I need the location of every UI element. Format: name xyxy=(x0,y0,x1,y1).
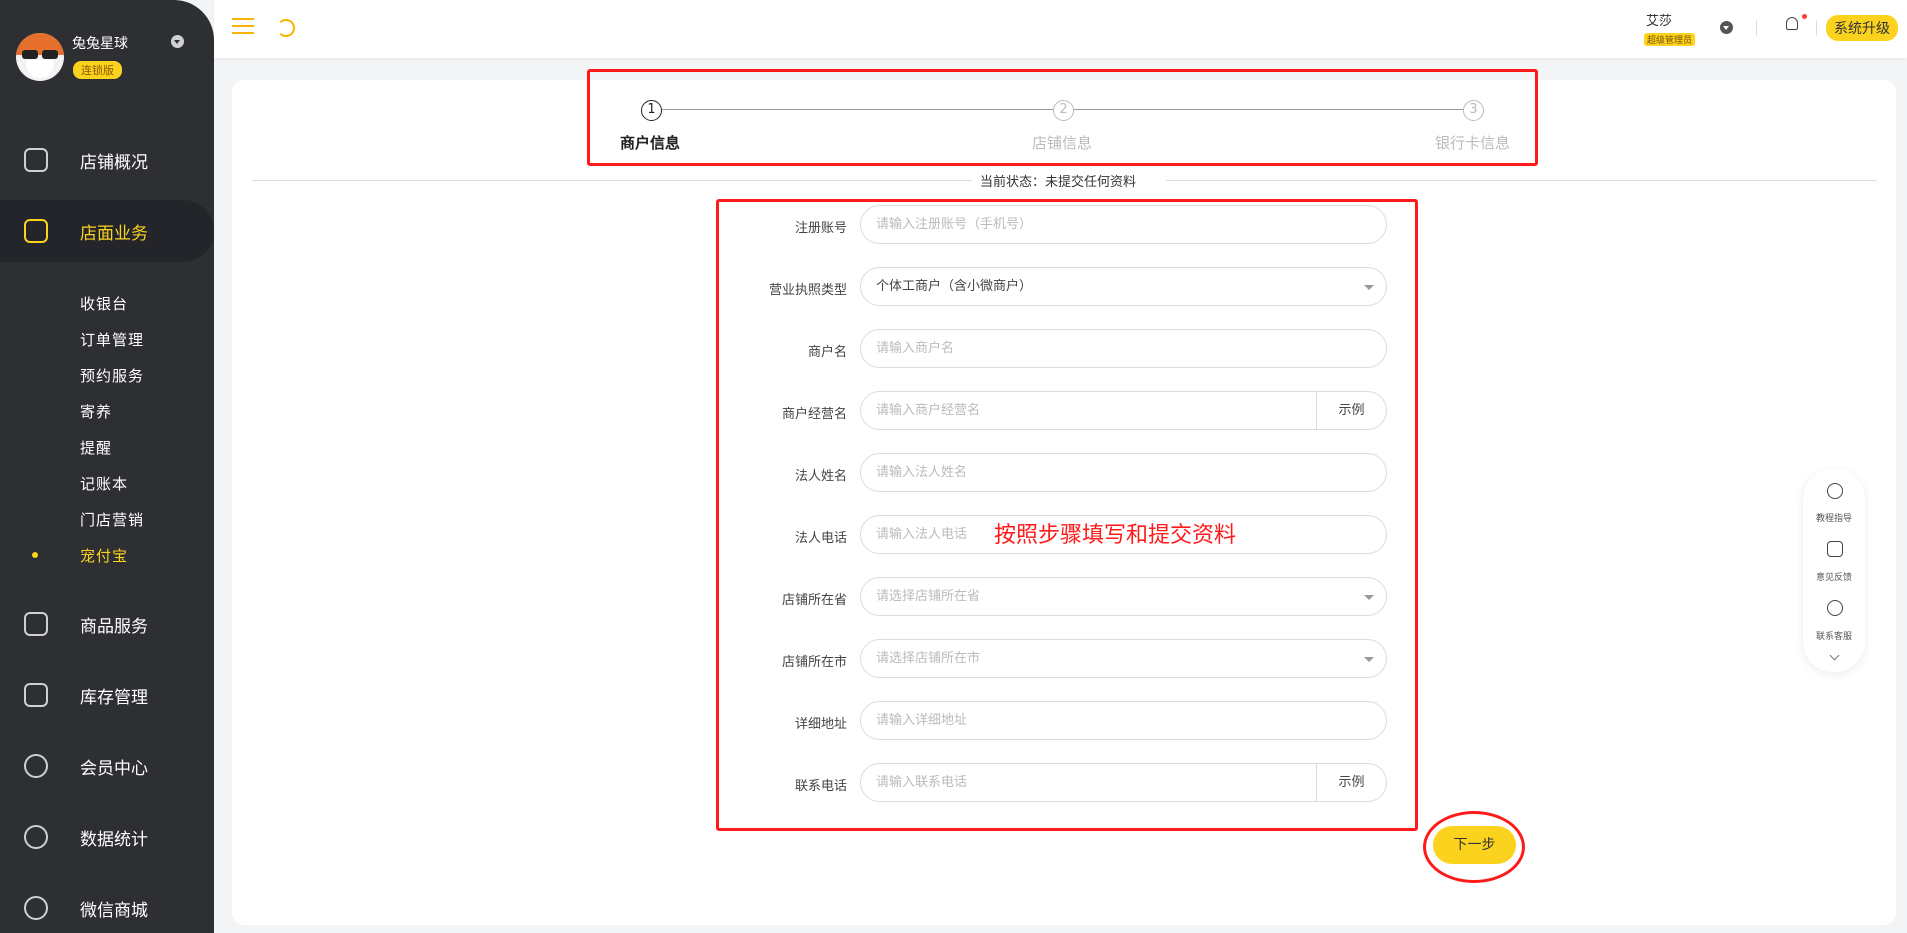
nav-item-members[interactable]: 会员中心 xyxy=(0,735,214,797)
profile[interactable]: 兔兔星球 连锁版 xyxy=(16,30,206,90)
nav-item-statistics[interactable]: 数据统计 xyxy=(0,806,214,868)
profile-name: 兔兔星球 xyxy=(72,36,128,52)
annotation-text: 按照步骤填写和提交资料 xyxy=(994,523,1237,548)
sub-item-boarding[interactable]: 寄养 xyxy=(80,401,112,422)
refresh-icon[interactable] xyxy=(277,19,295,37)
nav-label: 商品服务 xyxy=(80,616,148,637)
notification-dot xyxy=(1802,14,1807,19)
box-icon xyxy=(24,683,48,707)
sidebar: 兔兔星球 连锁版 店铺概况 店面业务 收银台 订单管理 预约服务 寄养 提醒 记… xyxy=(0,0,214,933)
license-type-value: 个体工商户（含小微商户） xyxy=(876,279,1033,294)
field-label: 营业执照类型 xyxy=(768,283,847,298)
topbar-user-name[interactable]: 艾莎 xyxy=(1646,10,1672,29)
topbar: 艾莎 超级管理员 系统升级 xyxy=(214,0,1907,58)
feedback-icon[interactable] xyxy=(1827,541,1843,557)
sub-item-cashier[interactable]: 收银台 xyxy=(80,293,128,314)
nav-item-products[interactable]: 商品服务 xyxy=(0,593,214,655)
nav-label: 会员中心 xyxy=(80,758,148,779)
nav-label: 店铺概况 xyxy=(80,152,148,173)
chevron-down-icon xyxy=(1364,285,1374,290)
sub-item-ledger[interactable]: 记账本 xyxy=(80,473,128,494)
field-label: 联系电话 xyxy=(794,779,847,794)
status-divider xyxy=(1166,180,1877,181)
support-label[interactable]: 联系客服 xyxy=(1803,629,1865,642)
city-select[interactable]: 请选择店铺所在市 xyxy=(860,639,1387,678)
support-icon[interactable] xyxy=(1827,600,1843,616)
menu-icon[interactable] xyxy=(232,18,254,34)
tutorial-label[interactable]: 教程指导 xyxy=(1803,511,1865,524)
placeholder: 请选择店铺所在省 xyxy=(876,589,981,604)
business-name-input[interactable]: 请输入商户经营名 示例 xyxy=(860,391,1387,430)
feedback-label[interactable]: 意见反馈 xyxy=(1803,570,1865,583)
nav-label: 数据统计 xyxy=(80,829,148,850)
field-label: 店铺所在省 xyxy=(781,593,847,608)
chevron-down-icon xyxy=(1364,595,1374,600)
field-label: 商户经营名 xyxy=(781,407,847,422)
example-button[interactable]: 示例 xyxy=(1316,764,1386,801)
nav-label: 微信商城 xyxy=(80,900,148,921)
address-input[interactable]: 请输入详细地址 xyxy=(860,701,1387,740)
help-icon[interactable] xyxy=(1827,483,1843,499)
status-divider xyxy=(252,180,972,181)
field-label: 法人姓名 xyxy=(794,469,847,484)
bell-icon[interactable] xyxy=(1786,17,1798,30)
active-dot xyxy=(32,552,38,558)
sub-item-reminders[interactable]: 提醒 xyxy=(80,437,112,458)
float-help-panel: 教程指导 意见反馈 联系客服 xyxy=(1803,469,1865,672)
field-label: 详细地址 xyxy=(794,717,847,732)
member-icon xyxy=(24,754,48,778)
sub-item-marketing[interactable]: 门店营销 xyxy=(80,509,144,530)
nav-label: 库存管理 xyxy=(80,687,148,708)
field-label: 法人电话 xyxy=(794,531,847,546)
chart-icon xyxy=(24,825,48,849)
license-type-select[interactable]: 个体工商户（含小微商户） xyxy=(860,267,1387,306)
avatar xyxy=(16,33,64,81)
chevron-down-icon xyxy=(1364,657,1374,662)
sub-item-appointments[interactable]: 预约服务 xyxy=(80,365,144,386)
nav-item-inventory[interactable]: 库存管理 xyxy=(0,664,214,726)
divider xyxy=(1816,20,1817,36)
placeholder: 请输入联系电话 xyxy=(876,775,968,790)
edition-badge: 连锁版 xyxy=(73,61,122,79)
next-button[interactable]: 下一步 xyxy=(1433,826,1516,864)
divider xyxy=(1756,20,1757,36)
account-input[interactable]: 请输入注册账号（手机号） xyxy=(860,205,1387,244)
sub-item-pet-pay[interactable]: 宠付宝 xyxy=(80,545,128,566)
home-icon xyxy=(24,219,48,243)
nav-item-wechat-mall[interactable]: 微信商城 xyxy=(0,877,214,933)
bag-icon xyxy=(24,612,48,636)
field-label: 商户名 xyxy=(807,345,847,360)
contact-phone-input[interactable]: 请输入联系电话 示例 xyxy=(860,763,1387,802)
province-select[interactable]: 请选择店铺所在省 xyxy=(860,577,1387,616)
status-text: 当前状态：未提交任何资料 xyxy=(980,175,1137,190)
sub-item-orders[interactable]: 订单管理 xyxy=(80,329,144,350)
legal-name-input[interactable]: 请输入法人姓名 xyxy=(860,453,1387,492)
field-label: 店铺所在市 xyxy=(781,655,847,670)
role-badge: 超级管理员 xyxy=(1644,33,1696,46)
chat-icon xyxy=(24,896,48,920)
steps-highlight-box xyxy=(587,69,1538,166)
nav-label: 店面业务 xyxy=(80,223,148,244)
chevron-down-icon[interactable] xyxy=(1720,21,1733,34)
monitor-icon xyxy=(24,148,48,172)
nav-item-store-business[interactable]: 店面业务 xyxy=(0,200,214,262)
chevron-down-icon[interactable] xyxy=(1829,650,1840,661)
nav-item-store-overview[interactable]: 店铺概况 xyxy=(0,129,214,191)
upgrade-button[interactable]: 系统升级 xyxy=(1826,15,1898,41)
field-label: 注册账号 xyxy=(794,221,847,236)
example-button[interactable]: 示例 xyxy=(1316,392,1386,429)
placeholder: 请输入商户经营名 xyxy=(876,403,981,418)
merchant-name-input[interactable]: 请输入商户名 xyxy=(860,329,1387,368)
chevron-down-icon[interactable] xyxy=(171,35,184,48)
placeholder: 请选择店铺所在市 xyxy=(876,651,981,666)
